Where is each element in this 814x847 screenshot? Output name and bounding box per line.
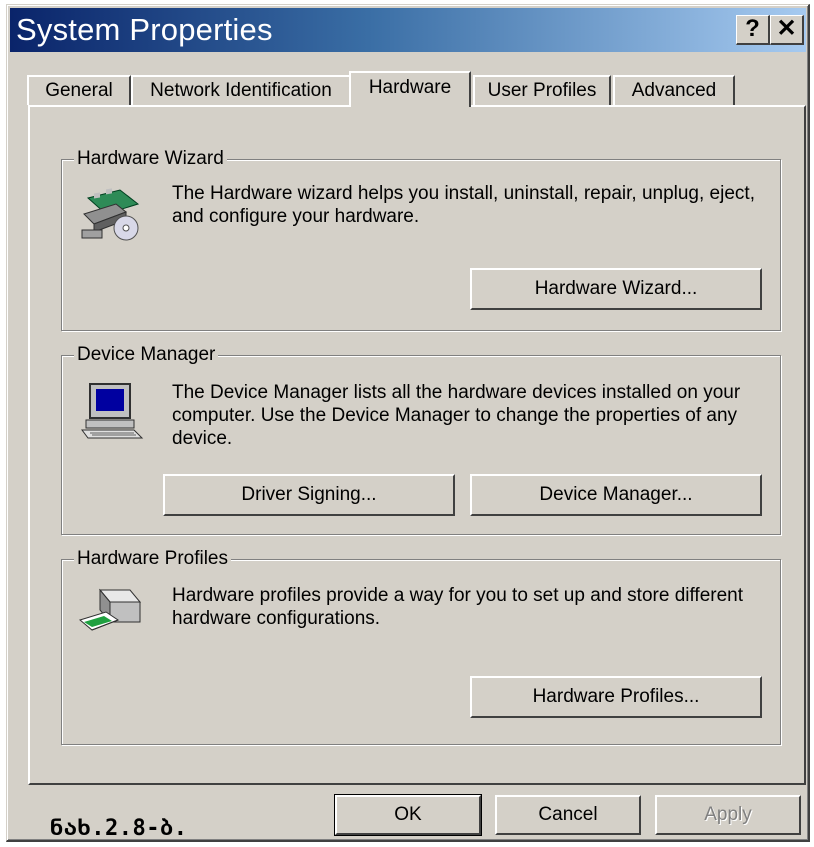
hardware-profiles-button[interactable]: Hardware Profiles... — [470, 676, 762, 718]
hardware-wizard-description: The Hardware wizard helps you install, u… — [172, 183, 755, 227]
hardware-profiles-group-title: Hardware Profiles — [74, 547, 231, 571]
hardware-profiles-description: Hardware profiles provide a way for you … — [172, 585, 744, 629]
apply-button[interactable]: Apply — [655, 795, 801, 835]
hardware-profile-icon — [78, 586, 144, 643]
hardware-wizard-group: Hardware Wizard The Hardware wizard help… — [61, 147, 781, 331]
driver-signing-button[interactable]: Driver Signing... — [163, 474, 455, 516]
system-properties-window: System Properties ? ✕ General Network Id… — [6, 4, 810, 842]
hardware-wizard-icon — [80, 184, 142, 247]
device-manager-group: Device Manager The Device Manager lists … — [61, 343, 781, 535]
tab-general[interactable]: General — [27, 75, 131, 105]
title-bar[interactable]: System Properties ? ✕ — [10, 8, 806, 52]
hardware-wizard-group-title: Hardware Wizard — [74, 147, 227, 171]
tab-network-identification[interactable]: Network Identification — [131, 75, 351, 105]
device-manager-group-title: Device Manager — [74, 343, 219, 367]
device-manager-description: The Device Manager lists all the hardwar… — [172, 382, 741, 449]
hardware-wizard-button[interactable]: Hardware Wizard... — [470, 268, 762, 310]
tab-hardware[interactable]: Hardware — [349, 71, 471, 107]
figure-caption: ნახ.2.8-ბ. — [50, 816, 188, 841]
hardware-tab-panel: Hardware Wizard The Hardware wizard help… — [28, 105, 806, 785]
close-button[interactable]: ✕ — [770, 15, 804, 45]
window-title: System Properties — [16, 12, 273, 47]
tab-user-profiles[interactable]: User Profiles — [473, 75, 611, 105]
tab-advanced[interactable]: Advanced — [613, 75, 735, 105]
cancel-button[interactable]: Cancel — [495, 795, 641, 835]
help-button[interactable]: ? — [736, 15, 770, 45]
computer-icon — [80, 382, 146, 445]
ok-button[interactable]: OK — [334, 794, 482, 836]
device-manager-button[interactable]: Device Manager... — [470, 474, 762, 516]
hardware-profiles-group: Hardware Profiles Hardware profiles prov… — [61, 547, 781, 745]
